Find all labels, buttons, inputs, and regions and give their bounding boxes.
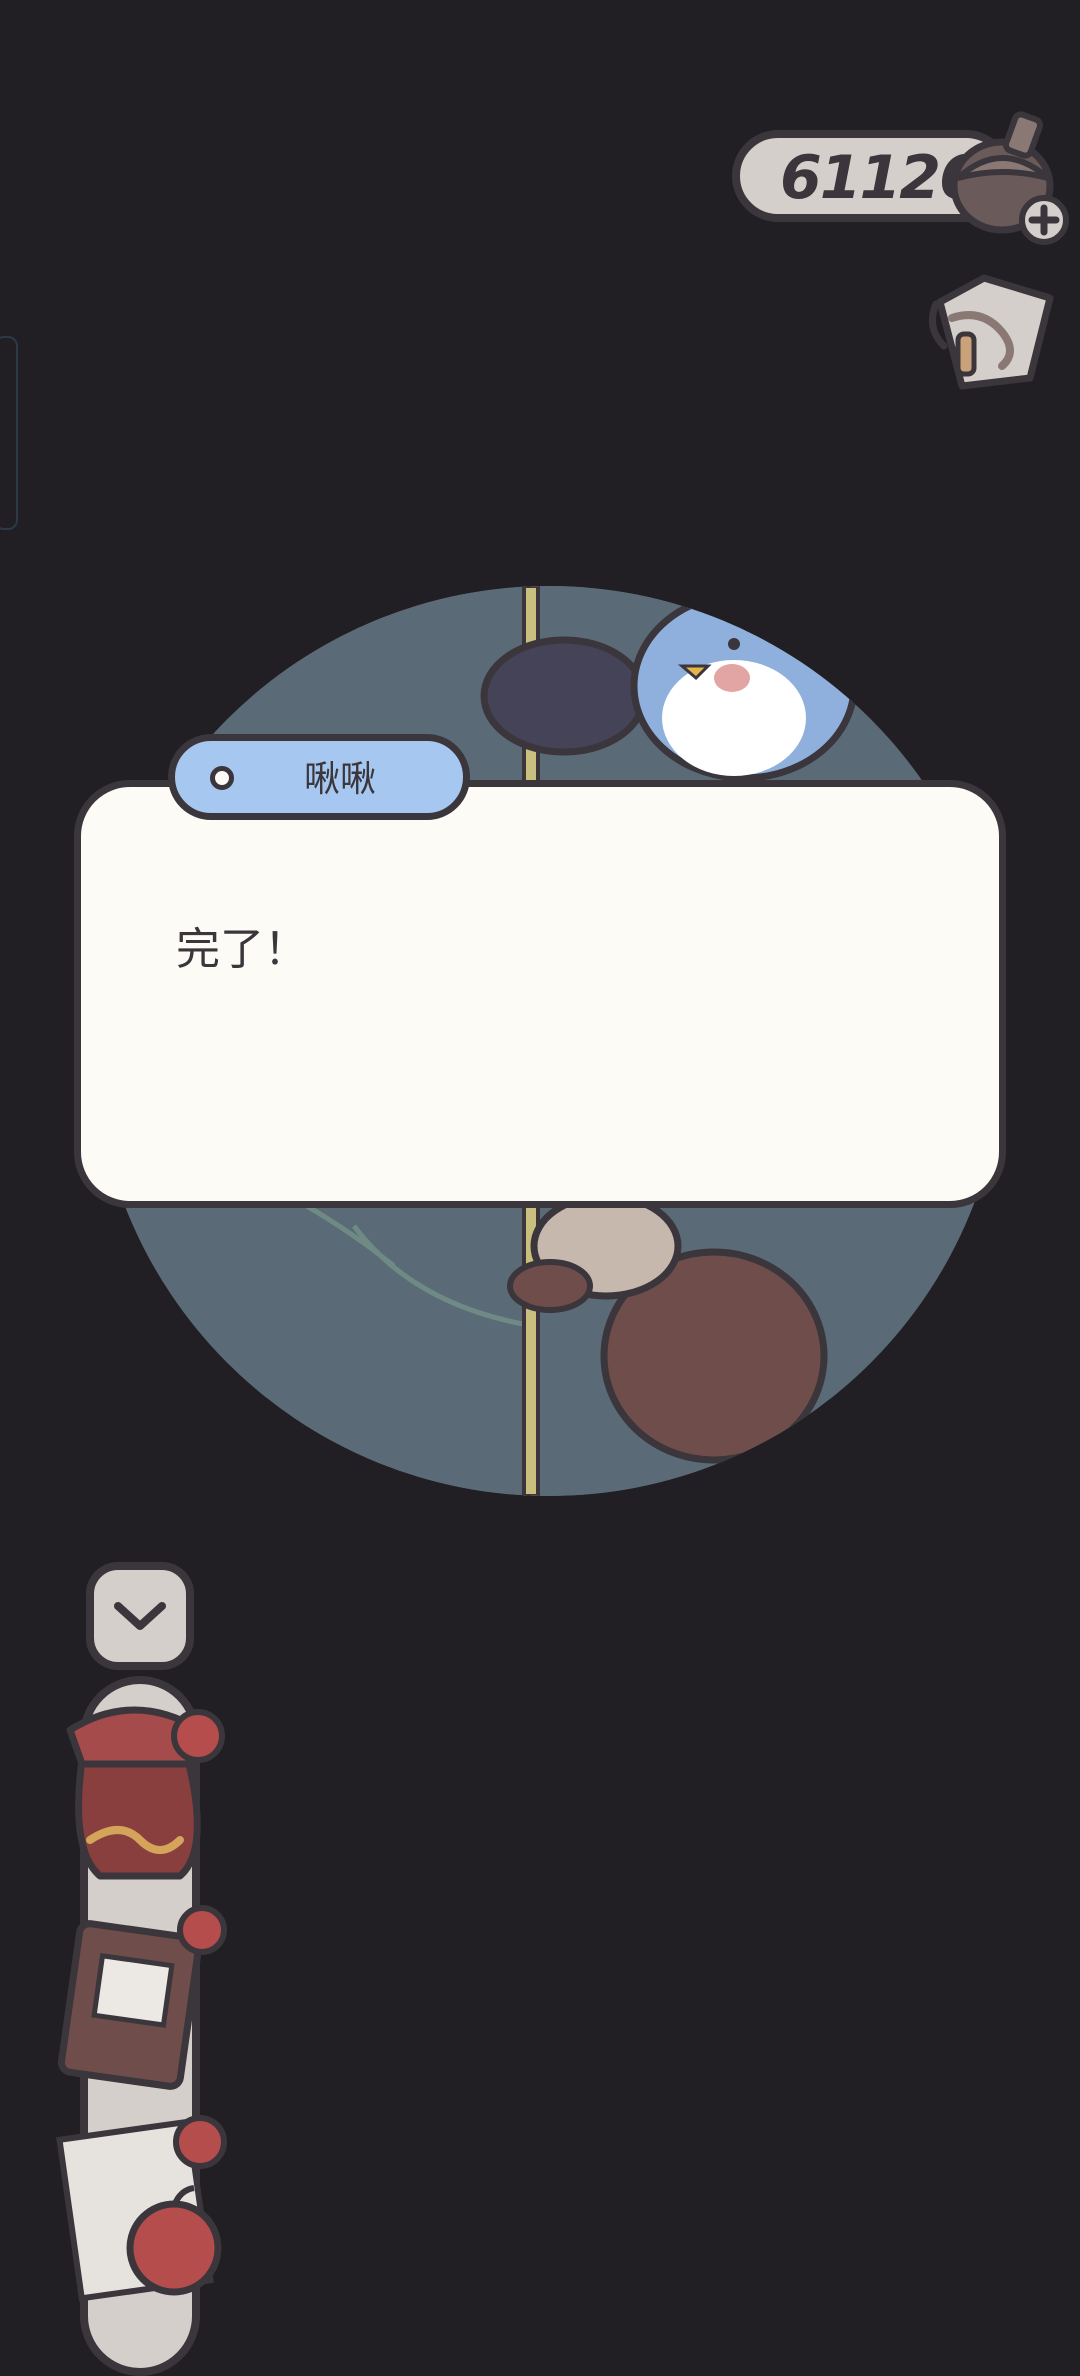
dialog-text: 完了！	[176, 924, 308, 975]
speaker-dot-icon	[210, 766, 234, 790]
pouch-icon[interactable]	[30, 1700, 230, 1890]
dark-bird	[480, 636, 648, 756]
speaker-name: 啾啾	[303, 759, 376, 800]
side-panel-edge[interactable]	[0, 336, 18, 530]
inventory-toggle-button[interactable]	[86, 1562, 194, 1670]
dialog-box[interactable]	[74, 780, 1006, 1208]
blue-bird-character	[630, 590, 858, 782]
map-icon[interactable]	[922, 268, 1062, 398]
book-icon[interactable]	[50, 1900, 230, 2090]
acorn-icon[interactable]	[940, 108, 1070, 248]
chevron-down-icon	[114, 1602, 166, 1630]
currency-value: 61126	[780, 143, 981, 213]
note-apple-icon[interactable]	[50, 2110, 240, 2310]
